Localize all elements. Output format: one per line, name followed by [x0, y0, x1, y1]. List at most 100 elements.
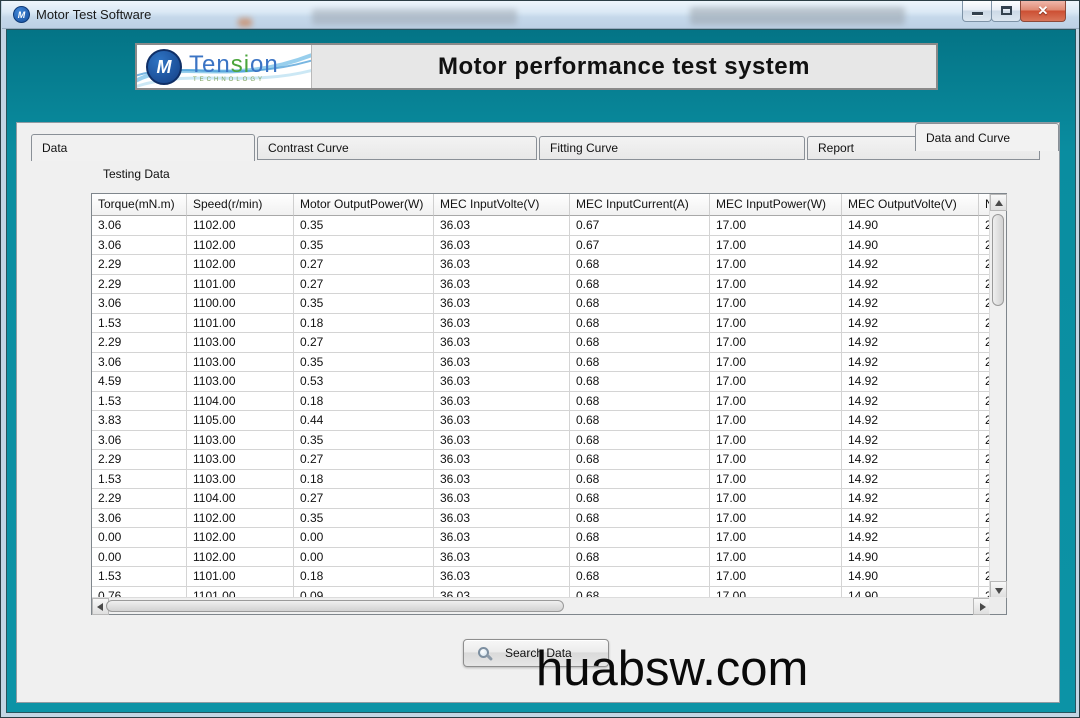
table-row[interactable]: 3.831105.000.4436.030.6817.0014.922: [92, 411, 990, 431]
table-cell: 0.35: [294, 431, 434, 451]
table-row[interactable]: 1.531103.000.1836.030.6817.0014.922: [92, 470, 990, 490]
table-row[interactable]: 3.061103.000.3536.030.6817.0014.922: [92, 353, 990, 373]
column-header[interactable]: Speed(r/min): [187, 194, 294, 216]
table-cell: 36.03: [434, 333, 570, 353]
table-cell: 0.53: [294, 372, 434, 392]
subtab-fitting-curve[interactable]: Fitting Curve: [539, 136, 805, 160]
table-cell: 1102.00: [187, 255, 294, 275]
table-cell: 1104.00: [187, 489, 294, 509]
table-cell: 3.06: [92, 431, 187, 451]
table-row[interactable]: 3.061103.000.3536.030.6817.0014.922: [92, 431, 990, 451]
column-header[interactable]: MEC InputVolte(V): [434, 194, 570, 216]
table-cell: 0.35: [294, 216, 434, 236]
title-bar[interactable]: M Motor Test Software ✕: [2, 1, 1080, 29]
table-row[interactable]: 3.061102.000.3536.030.6817.0014.922: [92, 509, 990, 529]
table-cell: 1.53: [92, 470, 187, 490]
watermark-text: huabsw.com: [536, 641, 808, 697]
column-header[interactable]: MEC OutputVolte(V): [842, 194, 979, 216]
scroll-down-button[interactable]: [990, 581, 1007, 598]
table-cell: 0.27: [294, 450, 434, 470]
table-row[interactable]: 1.531101.000.1836.030.6817.0014.902: [92, 567, 990, 587]
table-row[interactable]: 3.061102.000.3536.030.6717.0014.902: [92, 236, 990, 256]
banner: M Tension TECHNOLOGY Motor performance t…: [135, 43, 938, 90]
horizontal-scrollbar[interactable]: [92, 597, 990, 614]
table-cell: 14.92: [842, 392, 979, 412]
maximize-icon: [1001, 6, 1012, 15]
subtab-data[interactable]: Data: [31, 134, 255, 161]
tab-data-and-curve[interactable]: Data and Curve: [915, 123, 1059, 151]
table-cell: 0.18: [294, 470, 434, 490]
table-cell: 1102.00: [187, 528, 294, 548]
table-body: 3.061102.000.3536.030.6717.0014.9023.061…: [92, 216, 990, 598]
table-cell: 17.00: [710, 509, 842, 529]
table-cell: 3.06: [92, 353, 187, 373]
table-cell: 0.68: [570, 314, 710, 334]
table-cell: 0.68: [570, 294, 710, 314]
table-row[interactable]: 2.291103.000.2736.030.6817.0014.922: [92, 450, 990, 470]
scroll-up-button[interactable]: [990, 194, 1007, 211]
scroll-right-button[interactable]: [973, 598, 990, 615]
table-cell: 0.68: [570, 255, 710, 275]
table-cell: 36.03: [434, 509, 570, 529]
company-logo: M Tension TECHNOLOGY: [137, 45, 312, 88]
table-cell: 2.29: [92, 255, 187, 275]
section-label: Testing Data: [103, 167, 170, 181]
table-row[interactable]: 3.061100.000.3536.030.6817.0014.922: [92, 294, 990, 314]
table-row[interactable]: 0.001102.000.0036.030.6817.0014.922: [92, 528, 990, 548]
table-cell: 3.06: [92, 216, 187, 236]
table-cell: 0.67: [570, 216, 710, 236]
table-cell: 3.83: [92, 411, 187, 431]
table-cell: 4.59: [92, 372, 187, 392]
horizontal-scroll-thumb[interactable]: [106, 600, 564, 612]
table-row[interactable]: 2.291101.000.2736.030.6817.0014.922: [92, 275, 990, 295]
table-cell: 3.06: [92, 294, 187, 314]
column-header[interactable]: MEC InputCurrent(A): [570, 194, 710, 216]
table-row[interactable]: 1.531101.000.1836.030.6817.0014.922: [92, 314, 990, 334]
table-cell: 0.68: [570, 489, 710, 509]
table-cell: 36.03: [434, 431, 570, 451]
table-cell: 3.06: [92, 509, 187, 529]
scrollbar-corner: [989, 597, 1006, 614]
table-cell: 0.27: [294, 333, 434, 353]
column-header[interactable]: Motor OutputPower(W): [294, 194, 434, 216]
arrow-right-icon: [980, 603, 986, 611]
vertical-scrollbar[interactable]: [989, 194, 1006, 598]
table-cell: 14.92: [842, 450, 979, 470]
table-cell: 2.29: [92, 450, 187, 470]
logo-monogram: M: [146, 49, 182, 85]
table-cell: 14.90: [842, 548, 979, 568]
arrow-up-icon: [995, 200, 1003, 206]
table-cell: 0.18: [294, 567, 434, 587]
table-cell: 17.00: [710, 548, 842, 568]
form-background: M Tension TECHNOLOGY Motor performance t…: [6, 29, 1076, 713]
logo-brand: Tension: [189, 51, 279, 79]
table-cell: 17.00: [710, 470, 842, 490]
app-window: M Motor Test Software ✕ M Tension TE: [0, 0, 1080, 718]
table-cell: 17.00: [710, 392, 842, 412]
table-row[interactable]: 2.291102.000.2736.030.6817.0014.922: [92, 255, 990, 275]
testing-data-grid: Torque(mN.m)Speed(r/min)Motor OutputPowe…: [91, 193, 1007, 615]
table-cell: 0.67: [570, 236, 710, 256]
maximize-button[interactable]: [991, 1, 1021, 22]
subtab-contrast-curve[interactable]: Contrast Curve: [257, 136, 537, 160]
vertical-scroll-thumb[interactable]: [992, 214, 1004, 306]
table-cell: 0.68: [570, 548, 710, 568]
search-icon: [478, 647, 489, 658]
table-row[interactable]: 2.291104.000.2736.030.6817.0014.922: [92, 489, 990, 509]
table-cell: 1103.00: [187, 333, 294, 353]
table-cell: 0.18: [294, 392, 434, 412]
table-cell: 14.92: [842, 431, 979, 451]
table-cell: 1103.00: [187, 470, 294, 490]
table-row[interactable]: 3.061102.000.3536.030.6717.0014.902: [92, 216, 990, 236]
table-row[interactable]: 2.291103.000.2736.030.6817.0014.922: [92, 333, 990, 353]
table-row[interactable]: 0.001102.000.0036.030.6817.0014.902: [92, 548, 990, 568]
column-header[interactable]: MEC InputPower(W): [710, 194, 842, 216]
table-cell: 0.68: [570, 528, 710, 548]
table-row[interactable]: 4.591103.000.5336.030.6817.0014.922: [92, 372, 990, 392]
table-cell: 0.68: [570, 333, 710, 353]
column-header[interactable]: Torque(mN.m): [92, 194, 187, 216]
minimize-button[interactable]: [962, 1, 992, 22]
close-button[interactable]: ✕: [1020, 1, 1066, 22]
table-row[interactable]: 1.531104.000.1836.030.6817.0014.922: [92, 392, 990, 412]
table-cell: 0.68: [570, 470, 710, 490]
